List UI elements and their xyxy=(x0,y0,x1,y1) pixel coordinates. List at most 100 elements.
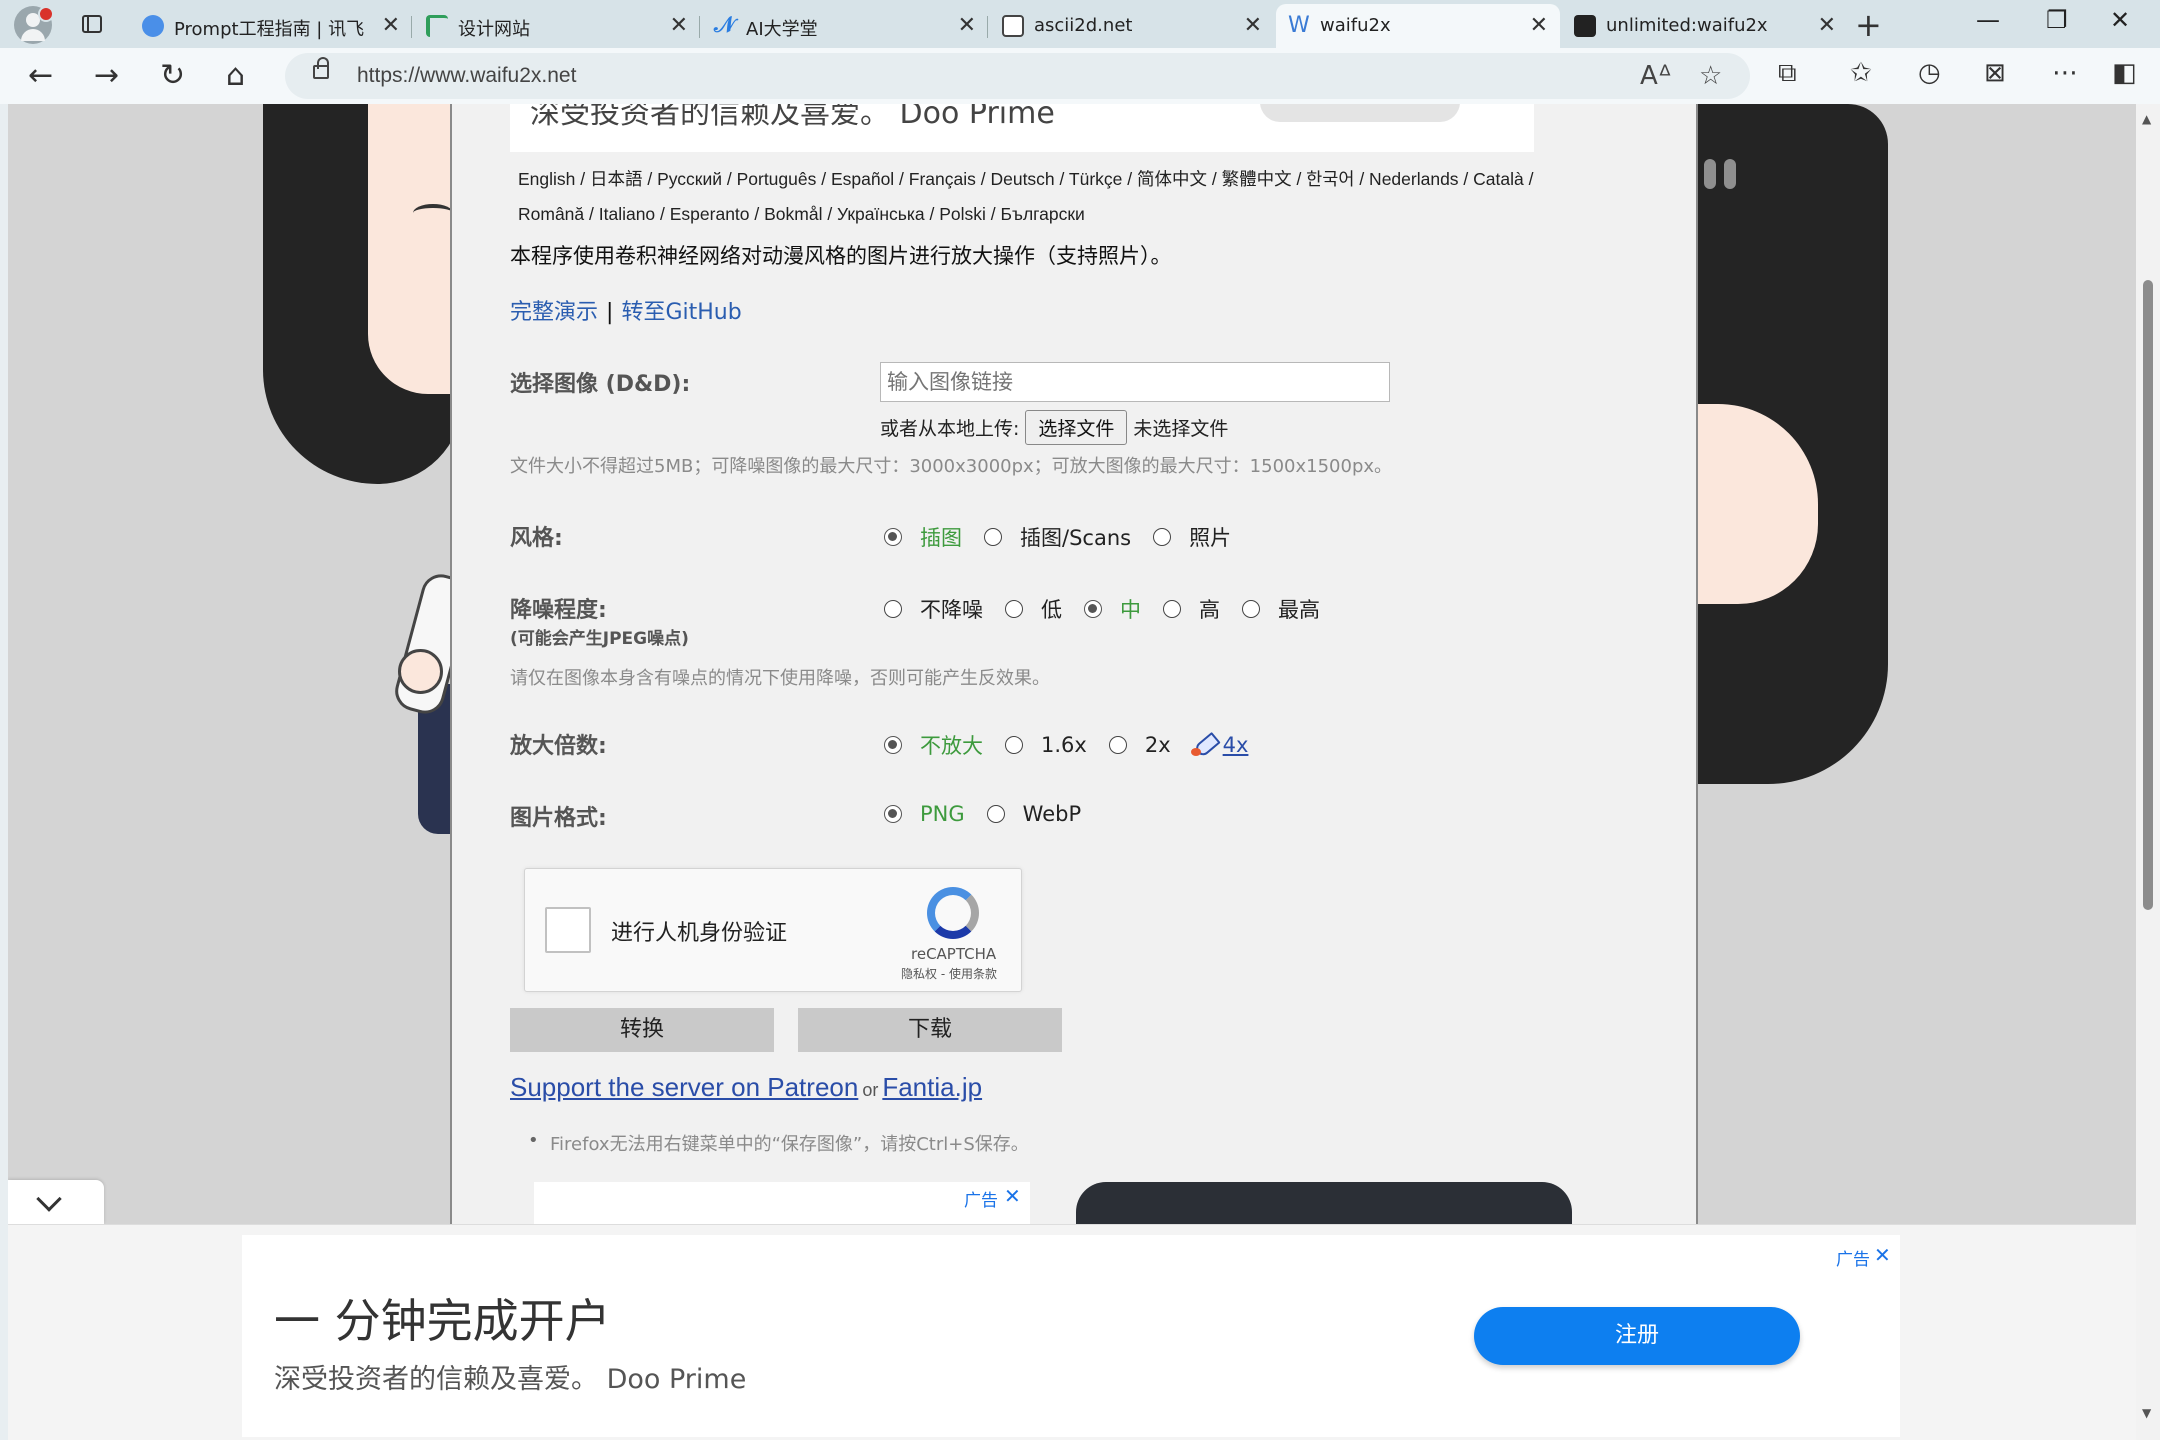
format-radio-webp[interactable] xyxy=(986,805,1005,823)
noise-option-label[interactable]: 低 xyxy=(1041,594,1062,624)
close-tab-icon[interactable]: ✕ xyxy=(1530,13,1548,38)
scale-radio-none[interactable] xyxy=(884,736,902,754)
tab-title: waifu2x xyxy=(1320,15,1391,36)
style-radio-scans[interactable] xyxy=(984,528,1002,546)
refresh-icon[interactable]: ↻ xyxy=(160,58,185,94)
tab-title: unlimited:waifu2x xyxy=(1606,15,1768,36)
mid-ad-left[interactable]: 广告 ✕ xyxy=(534,1182,1030,1226)
page-description: 本程序使用卷积神经网络对动漫风格的图片进行放大操作（支持照片）。 xyxy=(510,244,1172,268)
noise-option-label[interactable]: 中 xyxy=(1120,594,1141,624)
recaptcha-terms-link[interactable]: 隐私权 - 使用条款 xyxy=(901,965,997,982)
ad-title: 一 分钟完成开户 xyxy=(274,1294,611,1348)
close-tab-icon[interactable]: ✕ xyxy=(670,13,688,38)
style-label: 风格: xyxy=(510,526,563,551)
noise-radio-none[interactable] xyxy=(884,600,902,618)
image-label: 选择图像 (D&D): xyxy=(510,372,691,397)
ad-label: 广告 xyxy=(1836,1250,1870,1270)
url-text[interactable]: https://www.waifu2x.net xyxy=(357,64,576,88)
noise-option-label[interactable]: 最高 xyxy=(1278,594,1320,624)
scroll-thumb[interactable] xyxy=(2143,280,2153,910)
noise-radio-medium[interactable] xyxy=(1084,600,1102,618)
vertical-scrollbar[interactable]: ▲ ▼ xyxy=(2136,104,2160,1440)
format-option-label[interactable]: PNG xyxy=(920,802,965,826)
scale-radio-2x[interactable] xyxy=(1108,736,1127,754)
noise-radio-high[interactable] xyxy=(1163,600,1181,618)
spark-icon xyxy=(142,15,164,37)
recaptcha-label: 进行人机身份验证 xyxy=(611,921,788,946)
scale-4x-link[interactable]: 4x xyxy=(1223,733,1249,757)
tab-design-sites[interactable]: 设计网站 ✕ xyxy=(414,4,700,48)
back-icon[interactable]: ← xyxy=(28,58,53,94)
noise-radio-low[interactable] xyxy=(1005,600,1023,618)
tab-unlimited-waifu2x[interactable]: unlimited:waifu2x ✕ xyxy=(1562,4,1848,48)
or-text: or xyxy=(862,1080,879,1100)
noise-radio-highest[interactable] xyxy=(1242,600,1260,618)
language-links-line1[interactable]: English / 日本語 / Русский / Português / Es… xyxy=(518,162,1658,197)
ad-close-icon[interactable]: ✕ xyxy=(1874,1243,1891,1267)
ad-close-icon[interactable]: ✕ xyxy=(1004,1184,1021,1208)
address-bar[interactable]: https://www.waifu2x.net Aᐞ ☆ xyxy=(285,53,1750,99)
style-option-label[interactable]: 照片 xyxy=(1189,522,1231,552)
patreon-link[interactable]: Support the server on Patreon xyxy=(510,1072,858,1102)
scale-option-label[interactable]: 2x xyxy=(1145,733,1171,757)
style-option-label[interactable]: 插图 xyxy=(920,522,962,552)
history-icon[interactable]: ◷ xyxy=(1918,58,1941,88)
image-url-input[interactable] xyxy=(880,362,1390,402)
language-links-line2[interactable]: Română / Italiano / Esperanto / Bokmål /… xyxy=(518,197,1658,232)
noise-option-label[interactable]: 高 xyxy=(1199,594,1220,624)
forward-icon[interactable]: → xyxy=(94,58,119,94)
tab-title: Prompt工程指南 | 讯飞星火 xyxy=(174,19,364,40)
screenshot-icon[interactable]: ⊠ xyxy=(1984,58,2006,88)
fantia-link[interactable]: Fantia.jp xyxy=(882,1072,982,1102)
favorite-star-icon[interactable]: ☆ xyxy=(1699,61,1722,91)
tab-ai-school[interactable]: 𝒩 AI大学堂 ✕ xyxy=(702,4,988,48)
close-tab-icon[interactable]: ✕ xyxy=(1244,13,1262,38)
read-aloud-icon[interactable]: Aᐞ xyxy=(1640,61,1672,91)
register-button[interactable]: 注册 xyxy=(1474,1307,1800,1365)
tab-ascii2d[interactable]: ascii2d.net ✕ xyxy=(990,4,1274,48)
scale-option-label[interactable]: 1.6x xyxy=(1041,733,1087,757)
recaptcha-checkbox[interactable] xyxy=(545,907,591,953)
close-tab-icon[interactable]: ✕ xyxy=(958,13,976,38)
restore-icon[interactable]: ❐ xyxy=(2046,6,2068,34)
download-button[interactable]: 下载 xyxy=(798,1008,1062,1052)
minimize-icon[interactable]: — xyxy=(1976,6,2000,34)
format-radio-png[interactable] xyxy=(884,805,902,823)
format-options: PNG WebP xyxy=(880,802,1099,826)
scale-radio-1-6x[interactable] xyxy=(1005,736,1023,754)
close-tab-icon[interactable]: ✕ xyxy=(382,13,400,38)
tab-waifu2x[interactable]: W waifu2x ✕ xyxy=(1276,4,1560,48)
lock-icon[interactable] xyxy=(313,57,329,79)
bottom-ad[interactable]: 广告 ✕ 一 分钟完成开户 深受投资者的信赖及喜爱。 Doo Prime 注册 xyxy=(242,1235,1900,1437)
noise-option-label[interactable]: 不降噪 xyxy=(920,594,983,624)
format-option-label[interactable]: WebP xyxy=(1023,802,1081,826)
scale-option-label[interactable]: 不放大 xyxy=(920,730,983,760)
github-link[interactable]: 转至GitHub xyxy=(621,300,741,325)
rocket-icon[interactable] xyxy=(1189,732,1219,758)
favorites-icon[interactable]: ✩ xyxy=(1850,58,1872,88)
scroll-up-icon[interactable]: ▲ xyxy=(2142,112,2151,126)
choose-file-button[interactable]: 选择文件 xyxy=(1025,410,1128,445)
style-radio-illustration[interactable] xyxy=(884,528,902,546)
close-window-icon[interactable]: ✕ xyxy=(2110,6,2130,34)
tab-title: AI大学堂 xyxy=(746,19,818,40)
style-radio-photo[interactable] xyxy=(1153,528,1172,546)
new-tab-icon[interactable]: + xyxy=(1855,6,1882,44)
bottom-ad-bar: 广告 ✕ 一 分钟完成开户 深受投资者的信赖及喜爱。 Doo Prime 注册 xyxy=(8,1224,2136,1440)
scroll-down-icon[interactable]: ▼ xyxy=(2142,1406,2151,1420)
tab-actions-icon[interactable] xyxy=(78,10,106,38)
upload-row: 或者从本地上传: 选择文件 未选择文件 xyxy=(880,410,1228,445)
sidebar-icon[interactable]: ◧ xyxy=(2112,58,2137,88)
tab-prompt-guide[interactable]: Prompt工程指南 | 讯飞星火 ✕ xyxy=(130,4,412,48)
close-tab-icon[interactable]: ✕ xyxy=(1818,13,1836,38)
profile-avatar[interactable] xyxy=(14,6,54,44)
convert-button[interactable]: 转换 xyxy=(510,1008,774,1052)
top-ad-banner[interactable]: 深受投资者的信赖及喜爱。 Doo Prime xyxy=(510,104,1534,152)
style-option-label[interactable]: 插图/Scans xyxy=(1020,522,1131,552)
collapse-ad-button[interactable] xyxy=(8,1180,104,1224)
demo-link[interactable]: 完整演示 xyxy=(510,300,598,325)
home-icon[interactable]: ⌂ xyxy=(226,58,245,94)
ad-label: 广告 xyxy=(964,1191,998,1211)
extensions-icon[interactable]: ⧉ xyxy=(1778,58,1797,89)
more-icon[interactable]: ⋯ xyxy=(2052,58,2078,88)
